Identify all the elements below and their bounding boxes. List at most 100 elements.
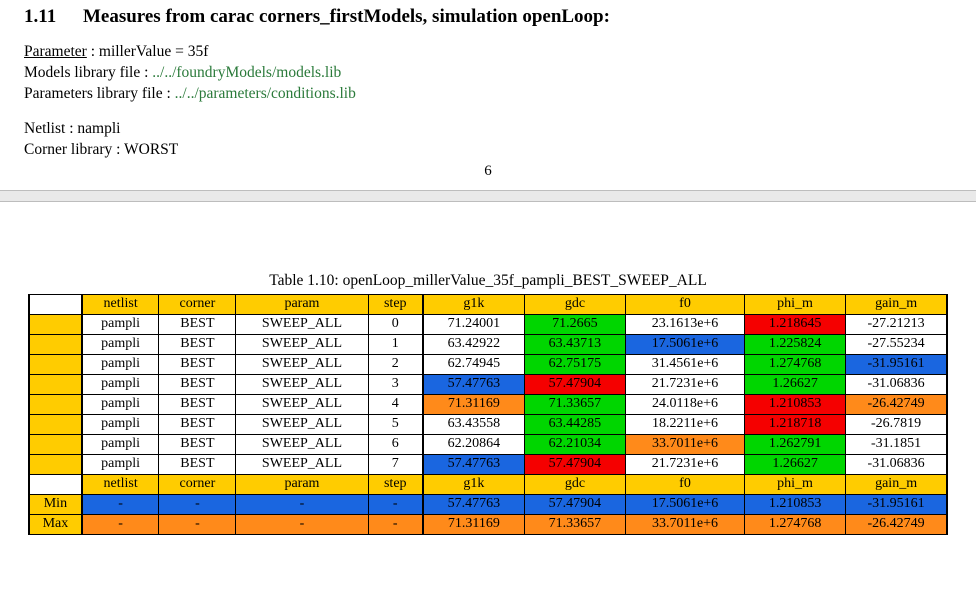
cell-phim: 1.218718 bbox=[744, 414, 845, 434]
header-netlist: netlist bbox=[82, 474, 159, 494]
cell-corner: BEST bbox=[159, 454, 236, 474]
cell-param: SWEEP_ALL bbox=[236, 314, 368, 334]
header-corner: corner bbox=[159, 474, 236, 494]
cell-phim: 1.26627 bbox=[744, 374, 845, 394]
cell-gdc: 62.75175 bbox=[524, 354, 625, 374]
row-label-blank bbox=[29, 334, 82, 354]
row-label-blank bbox=[29, 374, 82, 394]
cell-gainm: -26.7819 bbox=[846, 414, 947, 434]
cell-dash: - bbox=[82, 514, 159, 534]
cell-param: SWEEP_ALL bbox=[236, 394, 368, 414]
cell-phim: 1.262791 bbox=[744, 434, 845, 454]
cell-gainm: -31.06836 bbox=[846, 374, 947, 394]
cell-netlist: pampli bbox=[82, 334, 159, 354]
row-label-blank bbox=[29, 394, 82, 414]
cell-f0: 24.0118e+6 bbox=[626, 394, 745, 414]
header-corner: corner bbox=[159, 294, 236, 314]
header-step: step bbox=[368, 474, 423, 494]
header-netlist: netlist bbox=[82, 294, 159, 314]
header-step: step bbox=[368, 294, 423, 314]
results-table: netlist corner param step g1k gdc f0 phi… bbox=[28, 294, 948, 535]
cell-gdc: 63.44285 bbox=[524, 414, 625, 434]
cell-param: SWEEP_ALL bbox=[236, 354, 368, 374]
cell-netlist: pampli bbox=[82, 414, 159, 434]
cell-dash: - bbox=[159, 494, 236, 514]
header-f0: f0 bbox=[626, 294, 745, 314]
cell-netlist: pampli bbox=[82, 374, 159, 394]
meta-params-link[interactable]: ../../parameters/conditions.lib bbox=[175, 85, 356, 102]
cell-corner: BEST bbox=[159, 414, 236, 434]
table-summary-body: Min - - - - 57.47763 57.47904 17.5061e+6… bbox=[29, 494, 947, 534]
cell-min-g1k: 57.47763 bbox=[423, 494, 524, 514]
cell-netlist: pampli bbox=[82, 354, 159, 374]
cell-max-g1k: 71.31169 bbox=[423, 514, 524, 534]
cell-param: SWEEP_ALL bbox=[236, 454, 368, 474]
page-break-bar bbox=[0, 190, 976, 202]
table-row: pampliBESTSWEEP_ALL357.4776357.4790421.7… bbox=[29, 374, 947, 394]
cell-param: SWEEP_ALL bbox=[236, 374, 368, 394]
cell-corner: BEST bbox=[159, 394, 236, 414]
meta-parameter-expr: millerValue = 35f bbox=[99, 43, 208, 60]
cell-step: 5 bbox=[368, 414, 423, 434]
meta-parameter-sep: : bbox=[91, 43, 99, 60]
cell-min-gainm: -31.95161 bbox=[846, 494, 947, 514]
cell-dash: - bbox=[236, 514, 368, 534]
cell-gdc: 57.47904 bbox=[524, 454, 625, 474]
cell-step: 6 bbox=[368, 434, 423, 454]
table-row: pampliBESTSWEEP_ALL662.2086462.2103433.7… bbox=[29, 434, 947, 454]
table-row: pampliBESTSWEEP_ALL163.4292263.4371317.5… bbox=[29, 334, 947, 354]
meta-netlist-line: Netlist : nampli bbox=[24, 119, 952, 140]
summary-row-max: Max - - - - 71.31169 71.33657 33.7011e+6… bbox=[29, 514, 947, 534]
table-header-row: netlist corner param step g1k gdc f0 phi… bbox=[29, 294, 947, 314]
cell-g1k: 63.43558 bbox=[423, 414, 524, 434]
cell-min-gdc: 57.47904 bbox=[524, 494, 625, 514]
cell-gdc: 57.47904 bbox=[524, 374, 625, 394]
row-label-min: Min bbox=[29, 494, 82, 514]
header-param: param bbox=[236, 474, 368, 494]
cell-step: 7 bbox=[368, 454, 423, 474]
cell-max-gainm: -26.42749 bbox=[846, 514, 947, 534]
cell-phim: 1.225824 bbox=[744, 334, 845, 354]
cell-max-phim: 1.274768 bbox=[744, 514, 845, 534]
cell-f0: 23.1613e+6 bbox=[626, 314, 745, 334]
section-heading: 1.11 Measures from carac corners_firstMo… bbox=[24, 6, 952, 28]
cell-netlist: pampli bbox=[82, 314, 159, 334]
cell-g1k: 71.24001 bbox=[423, 314, 524, 334]
page-header-block: 1.11 Measures from carac corners_firstMo… bbox=[0, 0, 976, 188]
table-row: pampliBESTSWEEP_ALL071.2400171.266523.16… bbox=[29, 314, 947, 334]
cell-step: 2 bbox=[368, 354, 423, 374]
table-body: pampliBESTSWEEP_ALL071.2400171.266523.16… bbox=[29, 314, 947, 474]
cell-netlist: pampli bbox=[82, 434, 159, 454]
row-label-blank bbox=[29, 434, 82, 454]
cell-g1k: 62.74945 bbox=[423, 354, 524, 374]
cell-gdc: 62.21034 bbox=[524, 434, 625, 454]
meta-lines: Parameter : millerValue = 35f Models lib… bbox=[24, 42, 952, 161]
table-header-row-repeat: netlist corner param step g1k gdc f0 phi… bbox=[29, 474, 947, 494]
cell-param: SWEEP_ALL bbox=[236, 434, 368, 454]
table-head: netlist corner param step g1k gdc f0 phi… bbox=[29, 294, 947, 314]
cell-gainm: -27.55234 bbox=[846, 334, 947, 354]
cell-gdc: 63.43713 bbox=[524, 334, 625, 354]
header-g1k: g1k bbox=[423, 474, 524, 494]
cell-gainm: -31.1851 bbox=[846, 434, 947, 454]
table-row: pampliBESTSWEEP_ALL262.7494562.7517531.4… bbox=[29, 354, 947, 374]
section-number: 1.11 bbox=[24, 6, 56, 27]
meta-parameter-line: Parameter : millerValue = 35f bbox=[24, 42, 952, 63]
row-label-blank bbox=[29, 314, 82, 334]
cell-phim: 1.218645 bbox=[744, 314, 845, 334]
cell-f0: 21.7231e+6 bbox=[626, 374, 745, 394]
cell-phim: 1.26627 bbox=[744, 454, 845, 474]
meta-models-label: Models library file : bbox=[24, 64, 152, 81]
meta-parameter-label: Parameter bbox=[24, 43, 87, 60]
header-rowlabel-blank bbox=[29, 474, 82, 494]
cell-corner: BEST bbox=[159, 374, 236, 394]
meta-models-line: Models library file : ../../foundryModel… bbox=[24, 63, 952, 84]
header-f0: f0 bbox=[626, 474, 745, 494]
cell-phim: 1.210853 bbox=[744, 394, 845, 414]
cell-dash: - bbox=[159, 514, 236, 534]
table-block: Table 1.10: openLoop_millerValue_35f_pam… bbox=[0, 202, 976, 551]
row-label-max: Max bbox=[29, 514, 82, 534]
row-label-blank bbox=[29, 414, 82, 434]
page-number: 6 bbox=[24, 163, 952, 180]
meta-models-link[interactable]: ../../foundryModels/models.lib bbox=[152, 64, 341, 81]
